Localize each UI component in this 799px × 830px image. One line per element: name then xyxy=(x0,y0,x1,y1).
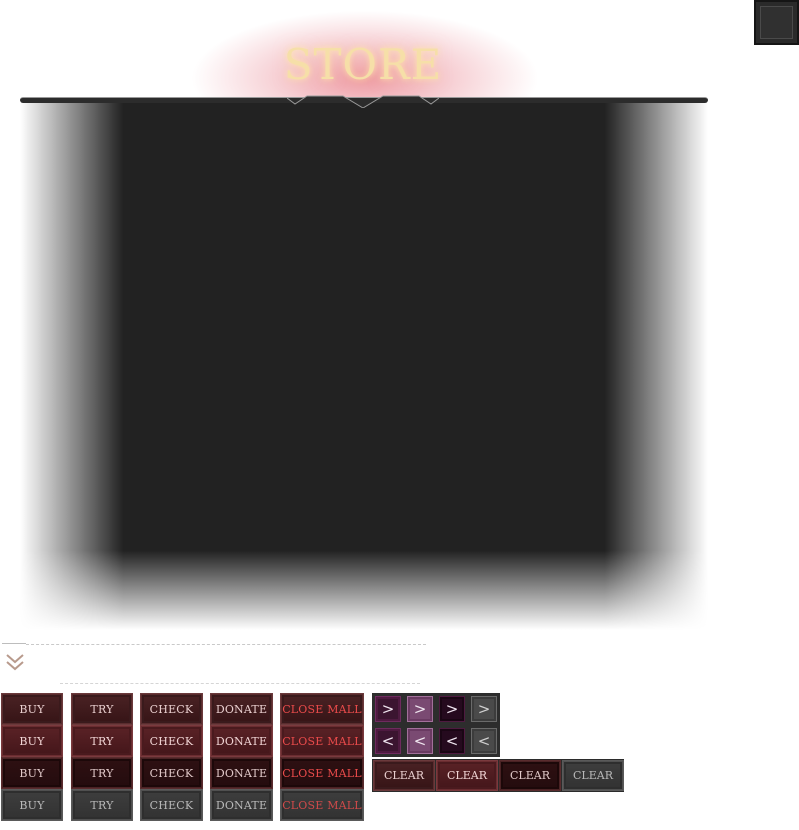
prev-arrow-button-pressed[interactable]: < xyxy=(439,728,465,754)
prev-arrow-button-disabled[interactable]: < xyxy=(471,728,497,754)
buy-button-hover[interactable]: BUY xyxy=(2,726,62,756)
close-mall-button-disabled[interactable]: CLOSE MALL xyxy=(281,790,363,820)
donate-button-pressed[interactable]: DONATE xyxy=(211,758,272,788)
clear-button-normal[interactable]: CLEAR xyxy=(374,761,434,790)
store-panel xyxy=(20,100,708,630)
try-button-hover[interactable]: TRY xyxy=(72,726,132,756)
close-mall-button-hover[interactable]: CLOSE MALL xyxy=(281,726,363,756)
check-button-pressed[interactable]: CHECK xyxy=(141,758,202,788)
panel-side-fade xyxy=(20,100,708,630)
header-notch-ornament xyxy=(287,95,439,108)
double-chevron-down-icon[interactable] xyxy=(4,652,26,674)
next-arrow-button-hover[interactable]: > xyxy=(407,696,433,722)
store-title: STORE xyxy=(283,40,443,89)
close-mall-button-pressed[interactable]: CLOSE MALL xyxy=(281,758,363,788)
donate-button-hover[interactable]: DONATE xyxy=(211,726,272,756)
clear-button-group: CLEAR CLEAR CLEAR CLEAR xyxy=(372,759,624,792)
clear-button-disabled[interactable]: CLEAR xyxy=(563,761,623,790)
prev-arrow-button-normal[interactable]: < xyxy=(375,728,401,754)
divider-dashed-top xyxy=(26,644,426,645)
try-button-normal[interactable]: TRY xyxy=(72,694,132,724)
next-arrow-group: > > > > xyxy=(372,693,500,725)
divider-dashed-bottom xyxy=(60,683,420,684)
donate-button-disabled[interactable]: DONATE xyxy=(211,790,272,820)
clear-button-pressed[interactable]: CLEAR xyxy=(500,761,560,790)
check-button-disabled[interactable]: CHECK xyxy=(141,790,202,820)
prev-arrow-group: < < < < xyxy=(372,725,500,757)
clear-button-hover[interactable]: CLEAR xyxy=(437,761,497,790)
donate-button-normal[interactable]: DONATE xyxy=(211,694,272,724)
close-window-square[interactable] xyxy=(754,0,799,45)
next-arrow-button-normal[interactable]: > xyxy=(375,696,401,722)
divider-accent xyxy=(2,643,26,644)
next-arrow-button-pressed[interactable]: > xyxy=(439,696,465,722)
buy-button-disabled[interactable]: BUY xyxy=(2,790,62,820)
next-arrow-button-disabled[interactable]: > xyxy=(471,696,497,722)
buy-button-normal[interactable]: BUY xyxy=(2,694,62,724)
close-mall-button-normal[interactable]: CLOSE MALL xyxy=(281,694,363,724)
buy-button-pressed[interactable]: BUY xyxy=(2,758,62,788)
panel-bottom-fade xyxy=(20,100,708,630)
prev-arrow-button-hover[interactable]: < xyxy=(407,728,433,754)
check-button-normal[interactable]: CHECK xyxy=(141,694,202,724)
check-button-hover[interactable]: CHECK xyxy=(141,726,202,756)
try-button-disabled[interactable]: TRY xyxy=(72,790,132,820)
try-button-pressed[interactable]: TRY xyxy=(72,758,132,788)
